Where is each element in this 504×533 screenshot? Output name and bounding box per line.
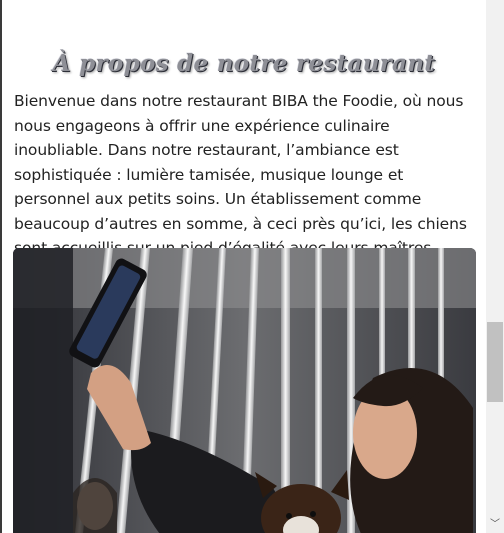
intro-paragraph: Bienvenue dans notre restaurant BIBA the… — [14, 92, 467, 257]
scrollbar-thumb[interactable] — [487, 322, 503, 402]
restaurant-photo — [13, 248, 476, 533]
about-section: À propos de notre restaurant Bienvenue d… — [2, 0, 486, 533]
section-heading: À propos de notre restaurant — [52, 50, 436, 77]
scroll-down-arrow-icon[interactable]: ﹀ — [486, 516, 504, 533]
vertical-scrollbar[interactable]: ﹀ — [486, 0, 504, 533]
